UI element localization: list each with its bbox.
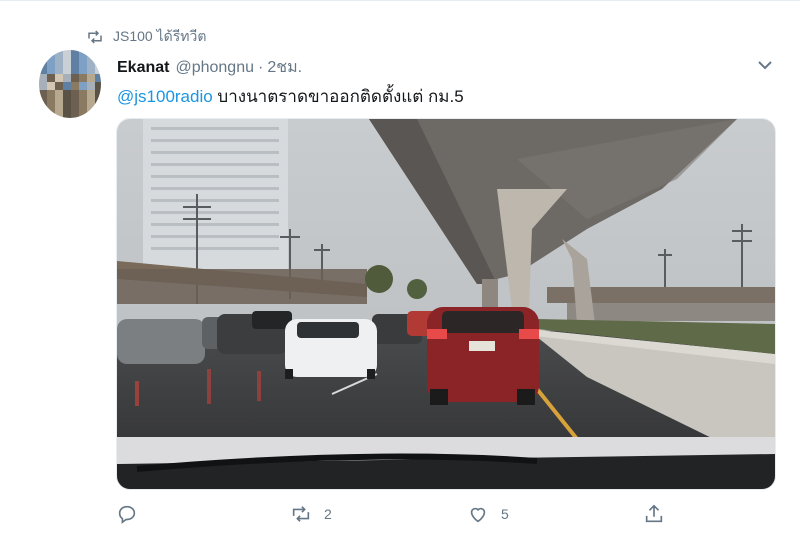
retweet-context[interactable]: JS100 ได้รีทวีต bbox=[86, 27, 206, 47]
like-count: 5 bbox=[501, 506, 509, 522]
retweet-icon bbox=[292, 506, 310, 522]
retweet-context-label: JS100 ได้รีทวีต bbox=[113, 28, 207, 44]
like-button[interactable]: 5 bbox=[467, 503, 509, 525]
reply-button[interactable] bbox=[116, 503, 150, 525]
tweet-header: Ekanat @phongnu · 2ชม. bbox=[117, 55, 302, 80]
tweet-actions: 2 5 bbox=[0, 503, 800, 529]
tweet-time[interactable]: 2ชม. bbox=[267, 55, 302, 80]
tweet-body: บางนาตราดขาออกติดตั้งแต่ กม.5 bbox=[212, 87, 464, 106]
avatar[interactable] bbox=[39, 50, 101, 118]
chevron-down-icon[interactable] bbox=[755, 56, 775, 74]
retweet-count: 2 bbox=[324, 506, 332, 522]
retweet-icon bbox=[88, 30, 102, 44]
share-icon bbox=[645, 504, 663, 523]
author-handle[interactable]: @phongnu bbox=[175, 59, 254, 77]
share-button[interactable] bbox=[643, 503, 665, 525]
mention-link[interactable]: @js100radio bbox=[117, 87, 213, 106]
divider bbox=[0, 0, 800, 1]
author-name[interactable]: Ekanat bbox=[117, 59, 169, 77]
reply-icon bbox=[118, 505, 136, 524]
tweet-photo[interactable] bbox=[116, 118, 776, 490]
traffic-photo bbox=[117, 119, 775, 489]
tweet-text: @js100radio บางนาตราดขาออกติดตั้งแต่ กม.… bbox=[117, 83, 464, 110]
retweet-button[interactable]: 2 bbox=[290, 503, 332, 525]
heart-icon bbox=[470, 507, 486, 523]
separator: · bbox=[258, 59, 264, 76]
